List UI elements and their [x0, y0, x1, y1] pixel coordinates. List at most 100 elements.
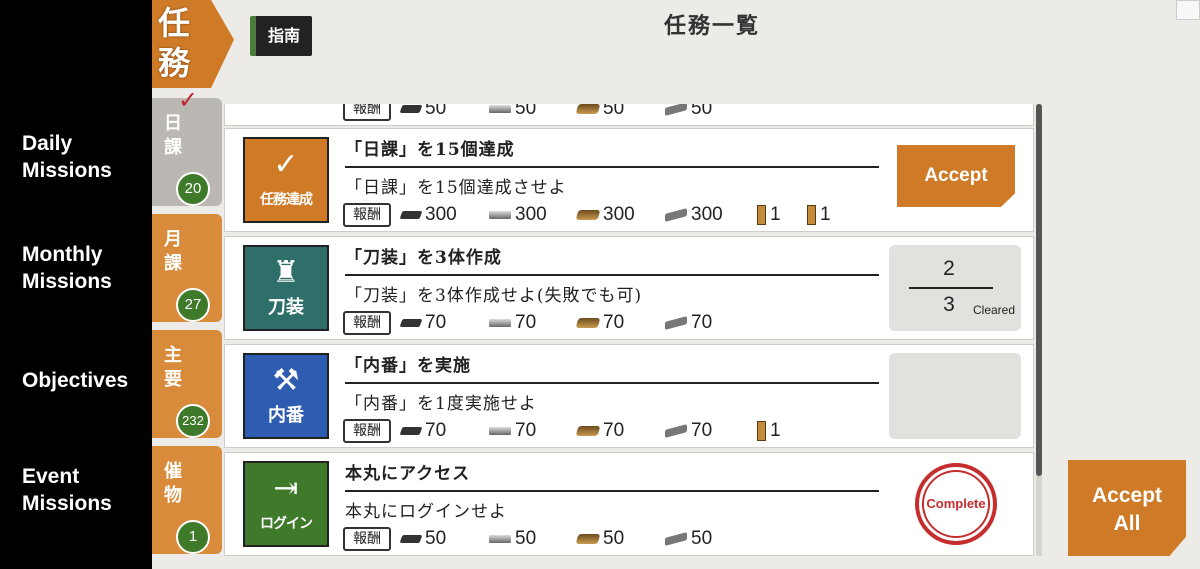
- icon-caption: 内番: [268, 405, 304, 426]
- reward-token-2: 1: [807, 203, 831, 227]
- coolant-icon: [575, 209, 601, 220]
- icon-caption: 刀装: [268, 297, 304, 318]
- legend-event: Event Missions: [22, 465, 112, 515]
- mission-icon-login: ⇥ ログイン: [243, 461, 329, 547]
- reward-steel: 50: [489, 527, 536, 551]
- whetstone-icon: [665, 104, 687, 116]
- reward-whetstone: 70: [665, 419, 712, 443]
- token-icon: [807, 204, 816, 225]
- mission-row[interactable]: ⇥ ログイン 本丸にアクセス 本丸にログインせよ 報酬 50 50 50 50 …: [224, 452, 1034, 556]
- steel-icon: [489, 210, 511, 219]
- reward-charcoal: 300: [399, 203, 457, 227]
- whetstone-icon: [665, 208, 687, 222]
- steel-icon: [489, 426, 511, 435]
- tab-event[interactable]: 催物 1: [152, 446, 222, 554]
- reward-token-1: 1: [757, 419, 781, 443]
- whetstone-icon: [665, 532, 687, 546]
- progress-box: 2 3 Cleared: [889, 245, 1021, 331]
- reward-tag: 報酬: [343, 419, 391, 443]
- banner-kanji-2: 務: [158, 44, 191, 82]
- coolant-icon: [575, 104, 601, 114]
- mission-desc: 「刀装」を3体作成せよ(失敗でも可): [345, 286, 643, 306]
- progress-note: Cleared: [973, 303, 1016, 317]
- page-title: 任務一覧: [663, 13, 760, 39]
- mission-title: 「日課」を15個達成: [345, 135, 879, 168]
- token-icon: [757, 420, 766, 441]
- charcoal-icon: [399, 210, 423, 219]
- tab-objectives[interactable]: 主要 232: [152, 330, 222, 438]
- close-icon[interactable]: [1176, 0, 1200, 20]
- icon-caption: ログイン: [260, 516, 313, 532]
- reward-coolant: 70: [575, 311, 624, 335]
- reward-steel: 70: [489, 311, 536, 335]
- tab-label: 月課: [164, 229, 182, 274]
- reward-charcoal: 70: [399, 419, 446, 443]
- steel-icon: [489, 104, 511, 113]
- legend-daily: Daily Missions: [22, 132, 112, 182]
- reward-charcoal: 50: [399, 527, 446, 551]
- mission-title: 「内番」を実施: [345, 351, 879, 384]
- reward-tag: 報酬: [343, 311, 391, 335]
- reward-charcoal: 70: [399, 311, 446, 335]
- reward-tag: 報酬: [343, 104, 391, 121]
- mission-icon-equipment: ♜ 刀装: [243, 245, 329, 331]
- mission-row[interactable]: ♜ 刀装 「刀装」を3体作成 「刀装」を3体作成せよ(失敗でも可) 報酬 70 …: [224, 236, 1034, 340]
- mission-row-partial[interactable]: 報酬 50 50 50 50: [224, 104, 1034, 126]
- tab-label: 催物: [164, 461, 182, 506]
- mission-desc: 本丸にログインせよ: [345, 502, 507, 522]
- reward-row: 報酬 50 50 50 50: [343, 104, 883, 123]
- tool-icon: ⚒: [272, 363, 300, 398]
- reward-steel: 50: [489, 104, 536, 121]
- door-icon: ⇥: [273, 471, 299, 506]
- reward-row: 報酬 70 70 70 70 1: [343, 419, 883, 445]
- charcoal-icon: [399, 104, 423, 113]
- reward-coolant: 70: [575, 419, 624, 443]
- coolant-icon: [575, 317, 601, 328]
- legend-panel: Daily Missions Monthly Missions Objectiv…: [0, 0, 152, 569]
- icon-caption: 任務達成: [260, 192, 313, 208]
- tab-label: 日課: [164, 113, 182, 158]
- reward-steel: 300: [489, 203, 547, 227]
- tab-monthly[interactable]: 月課 27: [152, 214, 222, 322]
- progress-divider: [909, 287, 993, 289]
- status-box-empty: [889, 353, 1021, 439]
- coolant-icon: [575, 425, 601, 436]
- reward-steel: 70: [489, 419, 536, 443]
- mission-desc: 「日課」を15個達成させよ: [345, 178, 567, 198]
- token-icon: [757, 204, 766, 225]
- header: 指南 任務一覧: [152, 0, 1200, 100]
- mission-desc: 「内番」を1度実施せよ: [345, 394, 537, 414]
- count-badge: 27: [176, 288, 210, 322]
- banner-kanji-1: 任: [158, 4, 191, 42]
- mission-list[interactable]: 報酬 50 50 50 50 ✓ 任務達成 「日課」を15個達成 「日課」を15…: [224, 104, 1044, 556]
- accept-button[interactable]: Accept: [897, 145, 1015, 207]
- count-badge: 1: [176, 520, 210, 554]
- mission-row[interactable]: ⚒ 内番 「内番」を実施 「内番」を1度実施せよ 報酬 70 70 70 70 …: [224, 344, 1034, 448]
- steel-icon: [489, 534, 511, 543]
- reward-whetstone: 50: [665, 104, 712, 121]
- reward-row: 報酬 300 300 300 300 1 1: [343, 203, 883, 229]
- reward-whetstone: 70: [665, 311, 712, 335]
- reward-coolant: 50: [575, 527, 624, 551]
- reward-coolant: 300: [575, 203, 635, 227]
- tab-daily[interactable]: 日課 20: [152, 98, 222, 206]
- accept-all-button[interactable]: Accept All: [1068, 460, 1186, 556]
- count-badge: 20: [176, 172, 210, 206]
- whetstone-icon: [665, 316, 687, 330]
- reward-whetstone: 50: [665, 527, 712, 551]
- mission-title: 「刀装」を3体作成: [345, 243, 879, 276]
- progress-current: 2: [943, 257, 955, 280]
- mission-icon-achievement: ✓ 任務達成: [243, 137, 329, 223]
- steel-icon: [489, 318, 511, 327]
- complete-stamp: Complete: [915, 463, 997, 545]
- charcoal-icon: [399, 318, 423, 327]
- check-icon: ✓: [178, 86, 199, 114]
- check-icon: ✓: [273, 147, 299, 182]
- guide-button[interactable]: 指南: [250, 16, 312, 56]
- reward-tag: 報酬: [343, 203, 391, 227]
- legend-objectives: Objectives: [22, 369, 129, 392]
- charcoal-icon: [399, 426, 423, 435]
- mission-row[interactable]: ✓ 任務達成 「日課」を15個達成 「日課」を15個達成させよ 報酬 300 3…: [224, 128, 1034, 232]
- reward-tag: 報酬: [343, 527, 391, 551]
- legend-monthly: Monthly Missions: [22, 243, 112, 293]
